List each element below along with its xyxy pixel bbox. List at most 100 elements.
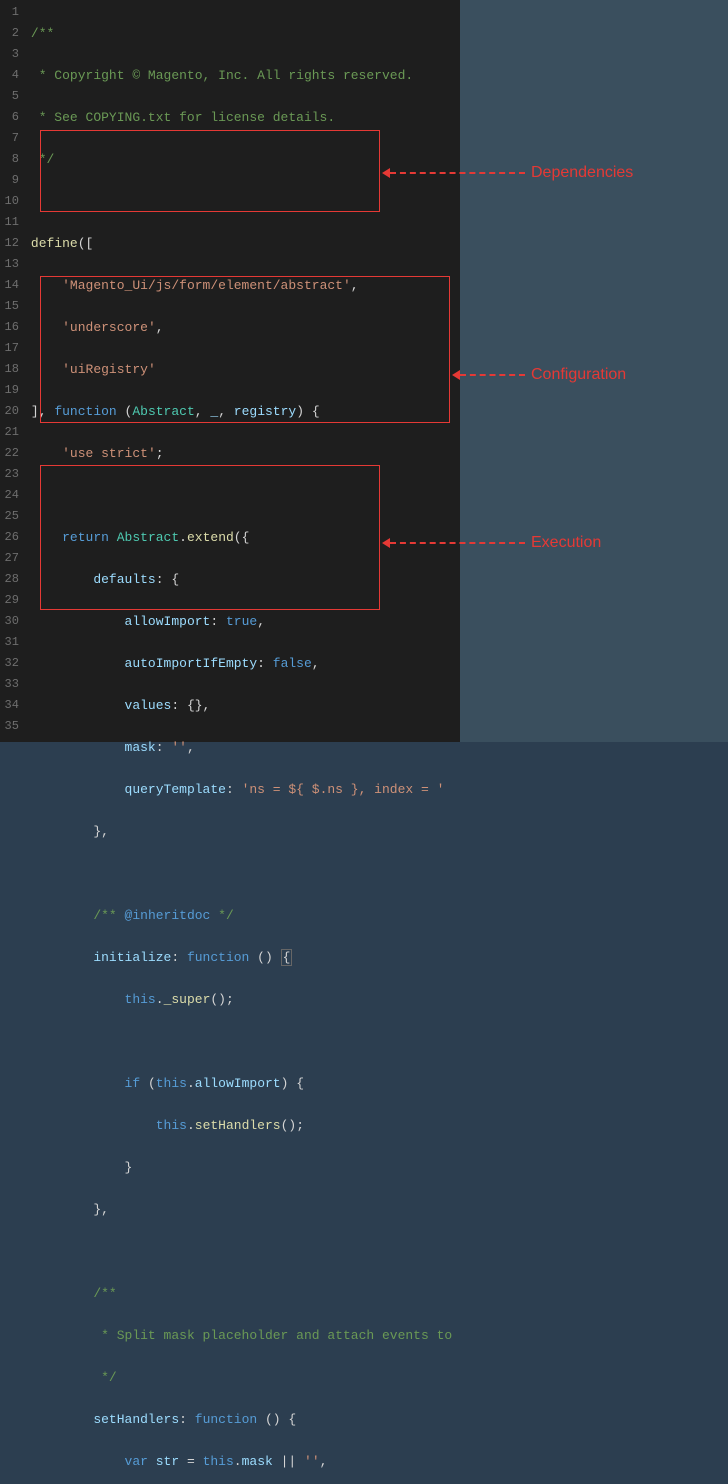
code-line[interactable]: /** @inheritdoc */ [31, 905, 460, 926]
this: this [203, 1454, 234, 1469]
code-line[interactable]: this._super(); [31, 989, 460, 1010]
param: registry [234, 404, 296, 419]
bool: false [273, 656, 312, 671]
prop: queryTemplate [125, 782, 226, 797]
code-line[interactable]: ], function (Abstract, _, registry) { [31, 401, 460, 422]
code-line[interactable]: queryTemplate: 'ns = ${ $.ns }, index = … [31, 779, 460, 800]
punc: = [179, 1454, 202, 1469]
comment: /** [31, 26, 54, 41]
param: Abstract [132, 404, 194, 419]
code-line[interactable]: */ [31, 1367, 460, 1388]
line-number: 33 [0, 674, 19, 695]
punc: () [249, 950, 280, 965]
string: 'ns = ${ $.ns }, index = ' [242, 782, 445, 797]
prop: setHandlers [93, 1412, 179, 1427]
code-line[interactable]: 'underscore', [31, 317, 460, 338]
punc: ; [156, 446, 164, 461]
punc: ({ [234, 530, 250, 545]
punc: . [179, 530, 187, 545]
dash-line [390, 172, 525, 174]
code-line[interactable]: values: {}, [31, 695, 460, 716]
prop: allowImport [125, 614, 211, 629]
code-line[interactable] [31, 1241, 460, 1262]
string: 'underscore' [62, 320, 156, 335]
code-line[interactable]: define([ [31, 233, 460, 254]
punc: . [156, 992, 164, 1007]
code-line[interactable]: defaults: { [31, 569, 460, 590]
fn: define [31, 236, 78, 251]
code-line[interactable]: initialize: function () { [31, 947, 460, 968]
punc: : [257, 656, 273, 671]
code-line[interactable]: if (this.allowImport) { [31, 1073, 460, 1094]
punc: : {}, [171, 698, 210, 713]
comment: */ [210, 908, 233, 923]
prop: mask [125, 740, 156, 755]
punc: } [125, 1160, 133, 1175]
code-line[interactable]: var str = this.mask || '', [31, 1451, 460, 1472]
ident: str [156, 1454, 179, 1469]
doctag: @inheritdoc [125, 908, 211, 923]
punc: : { [156, 572, 179, 587]
punc: , [195, 404, 211, 419]
punc: . [234, 1454, 242, 1469]
code-line[interactable]: 'Magento_Ui/js/form/element/abstract', [31, 275, 460, 296]
dash-line [460, 374, 525, 376]
code-line[interactable]: * Copyright © Magento, Inc. All rights r… [31, 65, 460, 86]
method: _super [164, 992, 211, 1007]
code-line[interactable] [31, 191, 460, 212]
punc: : [179, 1412, 195, 1427]
punc: , [156, 320, 164, 335]
line-number: 1 [0, 2, 19, 23]
string: 'use strict' [62, 446, 156, 461]
punc: (); [281, 1118, 304, 1133]
line-number: 23 [0, 464, 19, 485]
line-number: 14 [0, 275, 19, 296]
prop: allowImport [195, 1076, 281, 1091]
line-number: 6 [0, 107, 19, 128]
prop: values [125, 698, 172, 713]
code-line[interactable]: }, [31, 1199, 460, 1220]
code-line[interactable]: this.setHandlers(); [31, 1115, 460, 1136]
method: extend [187, 530, 234, 545]
code-line[interactable]: * Split mask placeholder and attach even… [31, 1325, 460, 1346]
line-number: 16 [0, 317, 19, 338]
code-editor[interactable]: 1 2 3 4 5 6 7 8 9 10 11 12 13 14 15 16 1… [0, 0, 460, 742]
line-number: 21 [0, 422, 19, 443]
annotation-label: Dependencies [531, 164, 633, 182]
line-number: 11 [0, 212, 19, 233]
keyword: function [187, 950, 249, 965]
code-line[interactable]: allowImport: true, [31, 611, 460, 632]
code-line[interactable] [31, 485, 460, 506]
line-number: 26 [0, 527, 19, 548]
comment: * Split mask placeholder and attach even… [93, 1328, 460, 1343]
code-line[interactable]: }, [31, 821, 460, 842]
prop: defaults [93, 572, 155, 587]
line-number: 9 [0, 170, 19, 191]
punc: ( [140, 1076, 156, 1091]
code-line[interactable] [31, 863, 460, 884]
punc: () { [257, 1412, 296, 1427]
prop: autoImportIfEmpty [125, 656, 258, 671]
string: 'Magento_Ui/js/form/element/abstract' [62, 278, 351, 293]
code-line[interactable]: /** [31, 1283, 460, 1304]
code-line[interactable]: autoImportIfEmpty: false, [31, 653, 460, 674]
code-line[interactable]: setHandlers: function () { [31, 1409, 460, 1430]
punc: : [210, 614, 226, 629]
comment: */ [31, 152, 54, 167]
line-number: 7 [0, 128, 19, 149]
line-number-gutter: 1 2 3 4 5 6 7 8 9 10 11 12 13 14 15 16 1… [0, 0, 31, 742]
line-number: 4 [0, 65, 19, 86]
code-line[interactable] [31, 1031, 460, 1052]
code-line[interactable]: } [31, 1157, 460, 1178]
code-line[interactable]: 'use strict'; [31, 443, 460, 464]
code-line[interactable]: mask: '', [31, 737, 460, 758]
code-line[interactable]: /** [31, 23, 460, 44]
code-content[interactable]: /** * Copyright © Magento, Inc. All righ… [31, 0, 460, 742]
keyword: if [125, 1076, 141, 1091]
punc: }, [93, 1202, 109, 1217]
string: 'uiRegistry' [62, 362, 156, 377]
code-line[interactable]: * See COPYING.txt for license details. [31, 107, 460, 128]
code-line[interactable]: 'uiRegistry' [31, 359, 460, 380]
string: '' [171, 740, 187, 755]
this: this [156, 1076, 187, 1091]
